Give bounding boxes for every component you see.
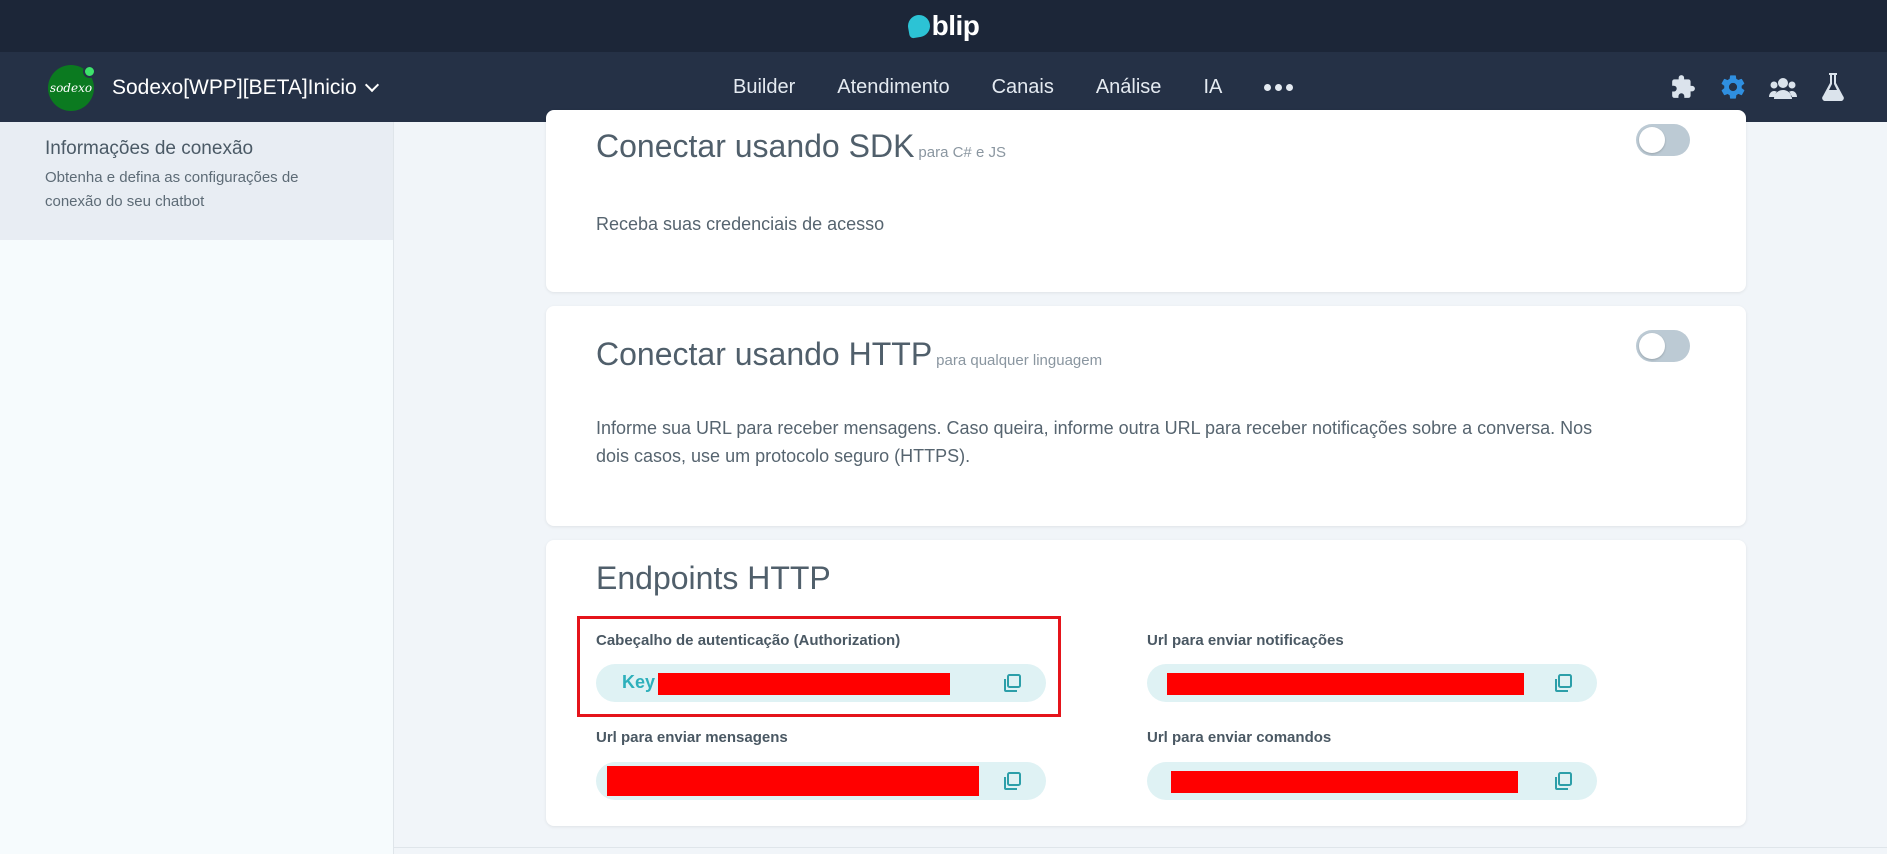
- redacted-value: [1171, 771, 1518, 793]
- endpoints-title: Endpoints HTTP: [596, 560, 831, 596]
- http-connection-card: Conectar usando HTTP para qualquer lingua…: [546, 306, 1746, 526]
- copy-icon[interactable]: [1553, 771, 1573, 791]
- gear-icon[interactable]: [1719, 73, 1747, 101]
- chat-bubble-icon: [905, 13, 932, 39]
- sidebar-item-title: Informações de conexão: [45, 138, 254, 159]
- copy-icon[interactable]: [1002, 771, 1022, 791]
- header-actions: [1669, 73, 1847, 101]
- sdk-connection-card: Conectar usando SDK para C# e JS Receba s…: [546, 110, 1746, 292]
- copy-icon[interactable]: [1553, 673, 1573, 693]
- brand-bar: blip: [0, 0, 1887, 52]
- more-menu-icon[interactable]: [1264, 83, 1294, 91]
- nav-item-atendimento[interactable]: Atendimento: [837, 76, 949, 99]
- flask-icon[interactable]: [1819, 73, 1847, 101]
- http-title-text: Conectar usando HTTP: [596, 336, 933, 372]
- toggle-knob: [1639, 333, 1665, 359]
- http-card-text: Informe sua URL para receber mensagens. …: [596, 418, 1593, 466]
- bot-selector[interactable]: sodexo Sodexo[WPP][BETA]Inicio: [48, 65, 379, 111]
- messages-url-label: Url para enviar mensagens: [596, 729, 788, 746]
- sdk-toggle[interactable]: [1636, 124, 1690, 156]
- online-status-dot: [83, 65, 96, 78]
- annotation-highlight-box: [577, 616, 1061, 717]
- settings-sidebar: Informações de conexão Obtenha e defina …: [0, 122, 394, 854]
- notifications-url-field[interactable]: [1147, 664, 1597, 702]
- sidebar-item-description: Obtenha e defina as configurações de con…: [45, 169, 299, 210]
- commands-url-field[interactable]: [1147, 762, 1597, 800]
- sidebar-item-connection-info[interactable]: Informações de conexão Obtenha e defina …: [0, 122, 393, 240]
- sdk-title-text: Conectar usando SDK: [596, 128, 915, 164]
- blip-logo[interactable]: blip: [905, 10, 980, 42]
- avatar-text: sodexo: [49, 81, 93, 95]
- puzzle-icon[interactable]: [1669, 73, 1697, 101]
- http-card-title: Conectar usando HTTP para qualquer lingua…: [596, 336, 1102, 373]
- logo-text: blip: [931, 10, 980, 41]
- redacted-value: [607, 766, 979, 796]
- chevron-down-icon: [364, 77, 379, 93]
- nav-item-ia[interactable]: IA: [1203, 76, 1222, 99]
- sdk-subtitle: para C# e JS: [918, 144, 1006, 161]
- commands-url-label: Url para enviar comandos: [1147, 729, 1332, 746]
- messages-url-field[interactable]: [596, 762, 1046, 800]
- nav-item-canais[interactable]: Canais: [992, 76, 1054, 99]
- redacted-value: [1167, 673, 1524, 695]
- nav-item-analise[interactable]: Análise: [1096, 76, 1162, 99]
- notifications-url-label: Url para enviar notificações: [1147, 632, 1344, 649]
- nav-item-builder[interactable]: Builder: [733, 76, 795, 99]
- toggle-knob: [1639, 127, 1665, 153]
- sdk-card-title: Conectar usando SDK para C# e JS: [596, 128, 1006, 165]
- bot-name-label: Sodexo[WPP][BETA]Inicio: [112, 76, 357, 99]
- sdk-card-text: Receba suas credenciais de acesso: [596, 214, 885, 234]
- bot-name[interactable]: Sodexo[WPP][BETA]Inicio: [112, 76, 379, 100]
- http-subtitle: para qualquer linguagem: [936, 352, 1103, 369]
- team-icon[interactable]: [1769, 73, 1797, 101]
- divider: [394, 847, 1887, 848]
- avatar: sodexo: [48, 65, 96, 111]
- http-toggle[interactable]: [1636, 330, 1690, 362]
